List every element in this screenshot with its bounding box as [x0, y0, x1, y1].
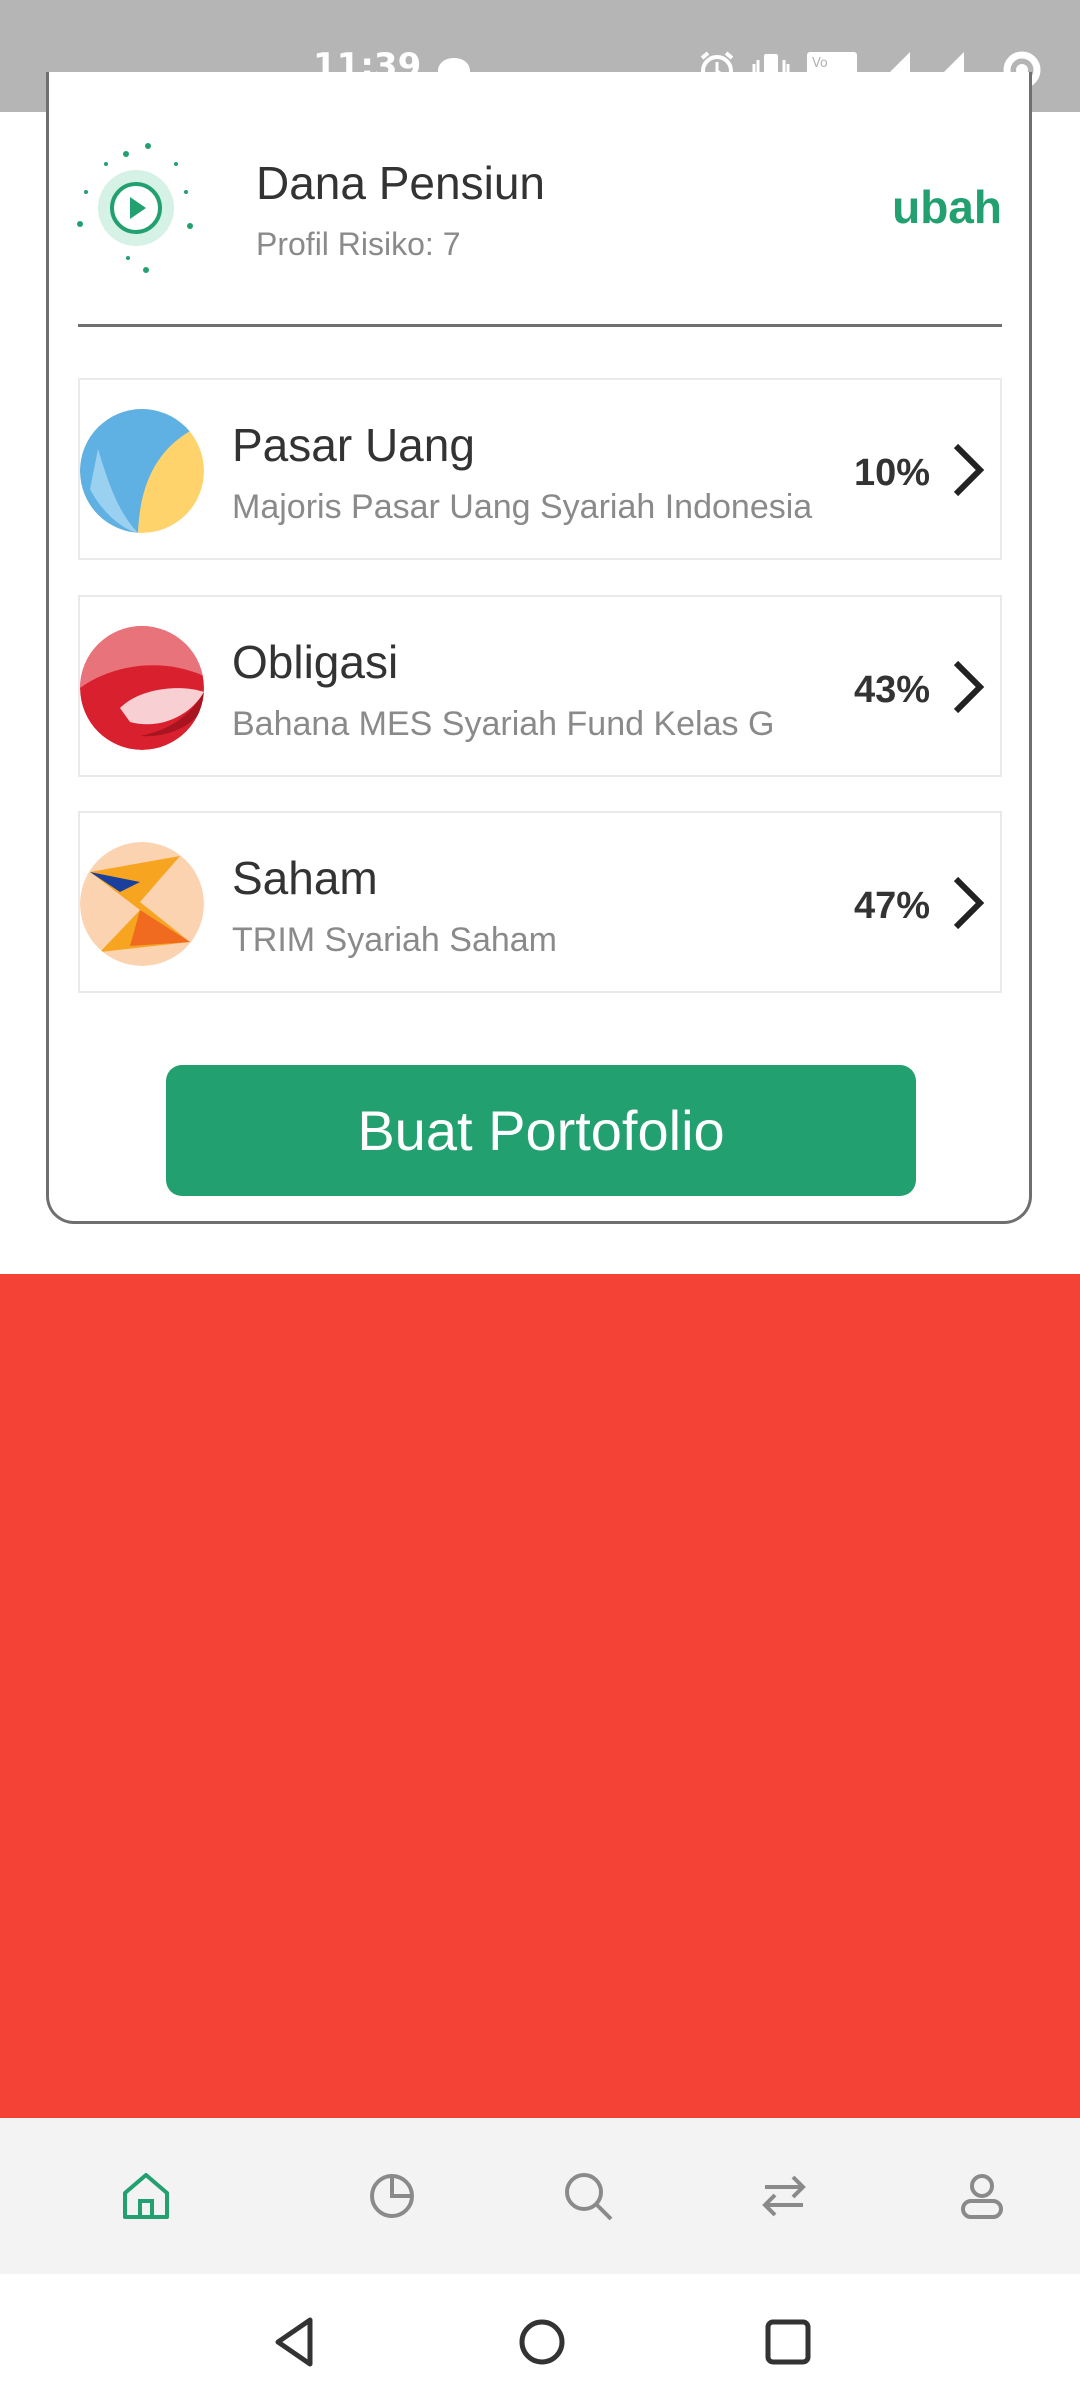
goal-title: Dana Pensiun — [256, 157, 545, 209]
saham-logo-icon — [80, 842, 204, 966]
fund-product: Bahana MES Syariah Fund Kelas G — [232, 705, 775, 743]
fund-percent: 43% — [853, 669, 930, 711]
obligasi-logo-icon — [80, 626, 204, 750]
fund-item-saham[interactable]: Saham TRIM Syariah Saham 47% — [78, 811, 1002, 993]
transfer-icon — [762, 2175, 806, 2217]
search-icon — [565, 2173, 613, 2221]
risk-profile: Profil Risiko: 7 — [256, 226, 461, 262]
edit-goal-link[interactable]: ubah — [892, 180, 1002, 234]
home-circle-icon[interactable] — [512, 2312, 572, 2372]
system-nav-bar — [0, 2274, 1080, 2400]
portfolio-pie-icon — [370, 2174, 414, 2218]
profile-icon — [961, 2174, 1003, 2219]
fund-category: Saham — [232, 852, 378, 904]
chevron-right-icon — [950, 659, 986, 715]
fund-percent: 10% — [853, 452, 930, 494]
fund-product: Majoris Pasar Uang Syariah Indonesia — [232, 488, 813, 526]
back-icon[interactable] — [266, 2312, 326, 2372]
nav-home[interactable] — [96, 2146, 196, 2246]
fund-category: Pasar Uang — [232, 419, 475, 471]
nav-profile[interactable] — [932, 2146, 1032, 2246]
fund-percent: 47% — [853, 885, 930, 927]
fund-item-obligasi[interactable]: Obligasi Bahana MES Syariah Fund Kelas G… — [78, 595, 1002, 777]
divider — [78, 324, 1002, 327]
recents-icon[interactable] — [758, 2312, 818, 2372]
home-icon — [123, 2173, 169, 2219]
nav-portfolio[interactable] — [342, 2146, 442, 2246]
banner-area — [0, 1274, 1080, 2118]
fund-item-pasar-uang[interactable]: Pasar Uang Majoris Pasar Uang Syariah In… — [78, 378, 1002, 560]
nav-search[interactable] — [538, 2146, 638, 2246]
nav-transfer[interactable] — [734, 2146, 834, 2246]
pasar-uang-logo-icon — [80, 409, 204, 533]
create-portfolio-button[interactable]: Buat Portofolio — [166, 1065, 916, 1196]
bottom-nav — [0, 2118, 1080, 2274]
fund-category: Obligasi — [232, 636, 399, 688]
chevron-right-icon — [950, 442, 986, 498]
goal-play-icon — [76, 140, 196, 280]
fund-product: TRIM Syariah Saham — [232, 921, 557, 959]
svg-text:Vo: Vo — [812, 56, 828, 71]
chevron-right-icon — [950, 875, 986, 931]
